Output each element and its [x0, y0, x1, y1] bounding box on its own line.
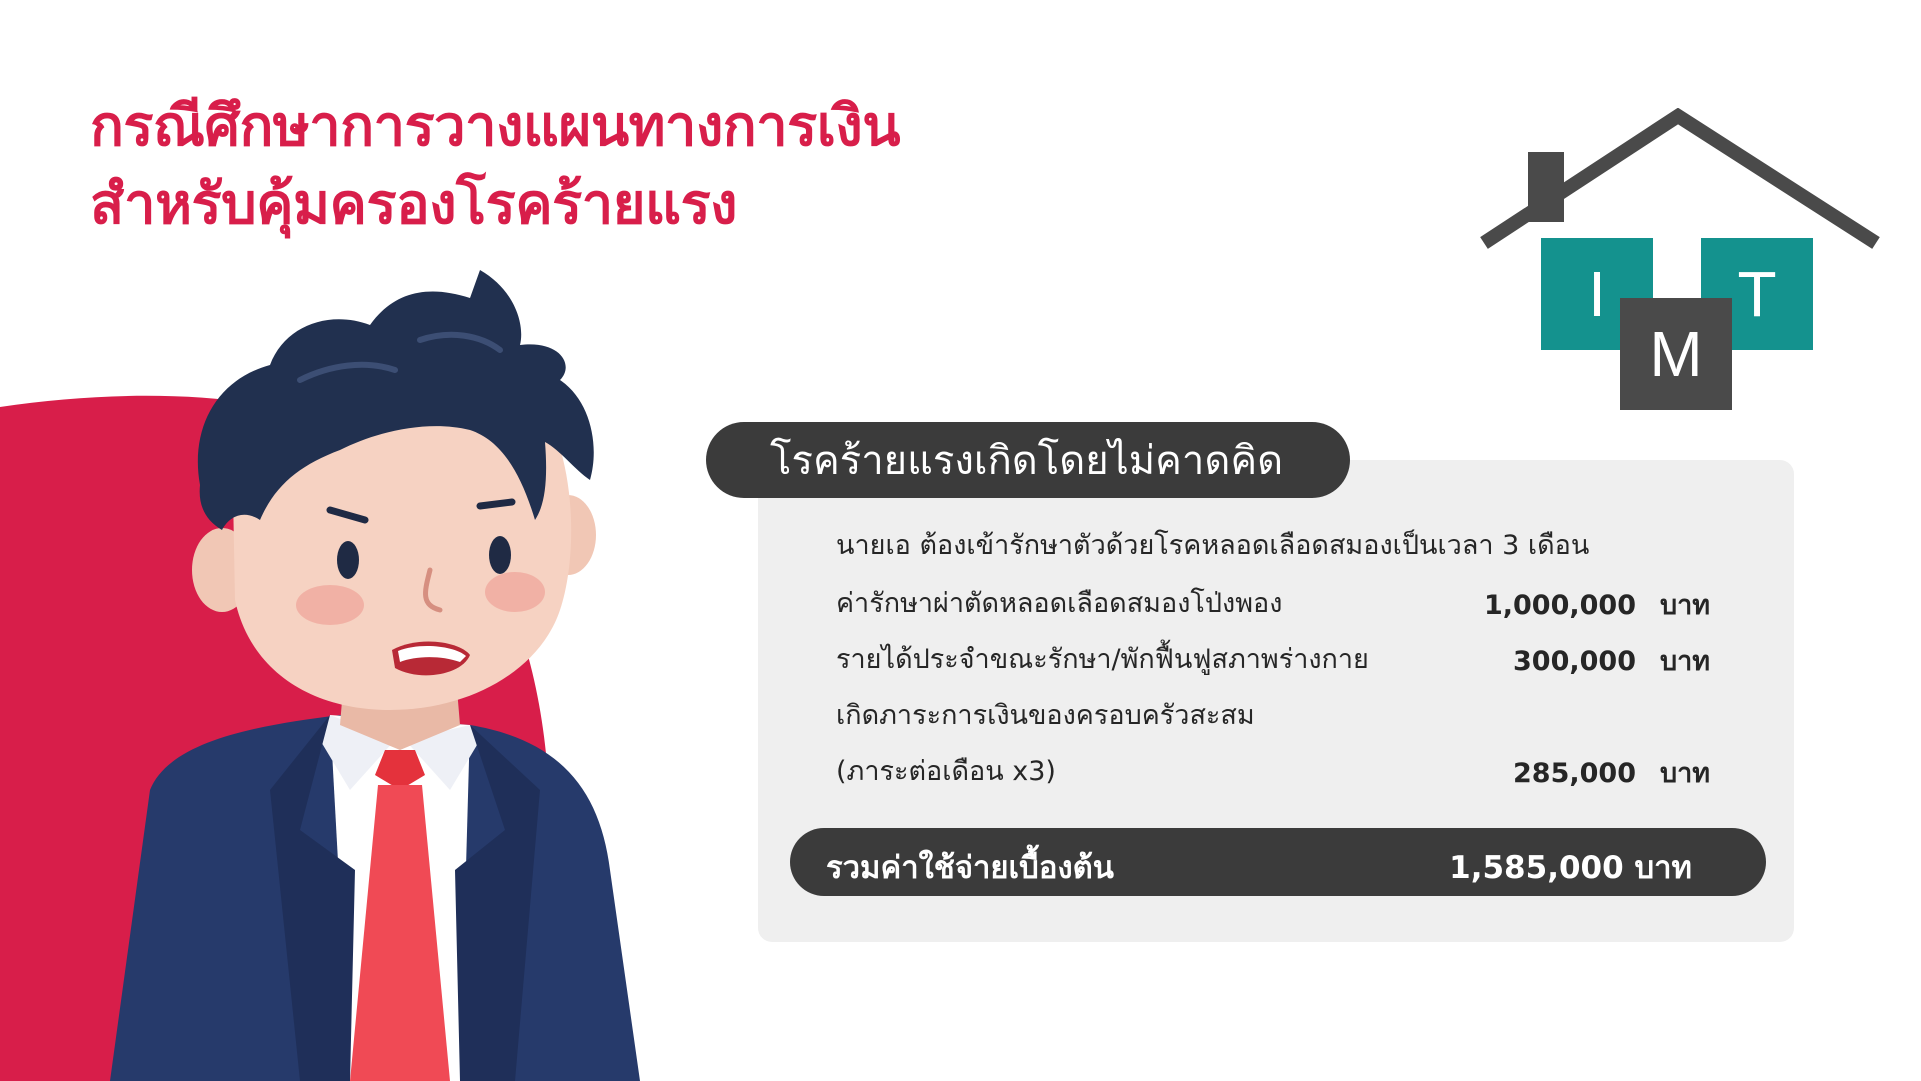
item-label-surgery: ค่ารักษาผ่าตัดหลอดเลือดสมองโป่งพอง: [836, 588, 1283, 619]
page-title-line-2: สำหรับคุ้มครองโรคร้ายแรง: [90, 172, 738, 237]
item-label-income: รายได้ประจำขณะรักษา/พักฟื้นฟูสภาพร่างกาย: [836, 644, 1369, 675]
page-title-line-1: กรณีศึกษาการวางแผนทางการเงิน: [90, 94, 901, 159]
item-unit-monthly-burden: บาท: [1660, 758, 1711, 789]
item-label-monthly-burden: (ภาระต่อเดือน x3): [836, 756, 1056, 787]
house-roof-icon: [1480, 108, 1880, 249]
card-header: โรคร้ายแรงเกิดโดยไม่คาดคิด: [706, 422, 1350, 498]
item-unit-surgery: บาท: [1660, 590, 1711, 621]
total-bar: รวมค่าใช้จ่ายเบื้องต้น 1,585,000 บาท: [790, 828, 1766, 896]
item-amount-monthly-burden: 285,000: [1513, 758, 1636, 789]
worried-businessman-illustration: [110, 270, 640, 1081]
total-value: 1,585,000 บาท: [1449, 850, 1692, 886]
card-intro: นายเอ ต้องเข้ารักษาตัวด้วยโรคหลอดเลือดสม…: [836, 530, 1590, 561]
item-amount-surgery: 1,000,000: [1483, 590, 1636, 621]
item-amount-income: 300,000: [1513, 646, 1636, 677]
item-unit-income: บาท: [1660, 646, 1711, 677]
total-label: รวมค่าใช้จ่ายเบื้องต้น: [826, 850, 1114, 886]
logo-letter-m: M: [1620, 298, 1732, 410]
page-title: กรณีศึกษาการวางแผนทางการเงิน สำหรับคุ้มค…: [90, 88, 901, 244]
item-label-family-burden: เกิดภาระการเงินของครอบครัวสะสม: [836, 700, 1255, 731]
imt-logo: I T M: [1478, 108, 1882, 418]
